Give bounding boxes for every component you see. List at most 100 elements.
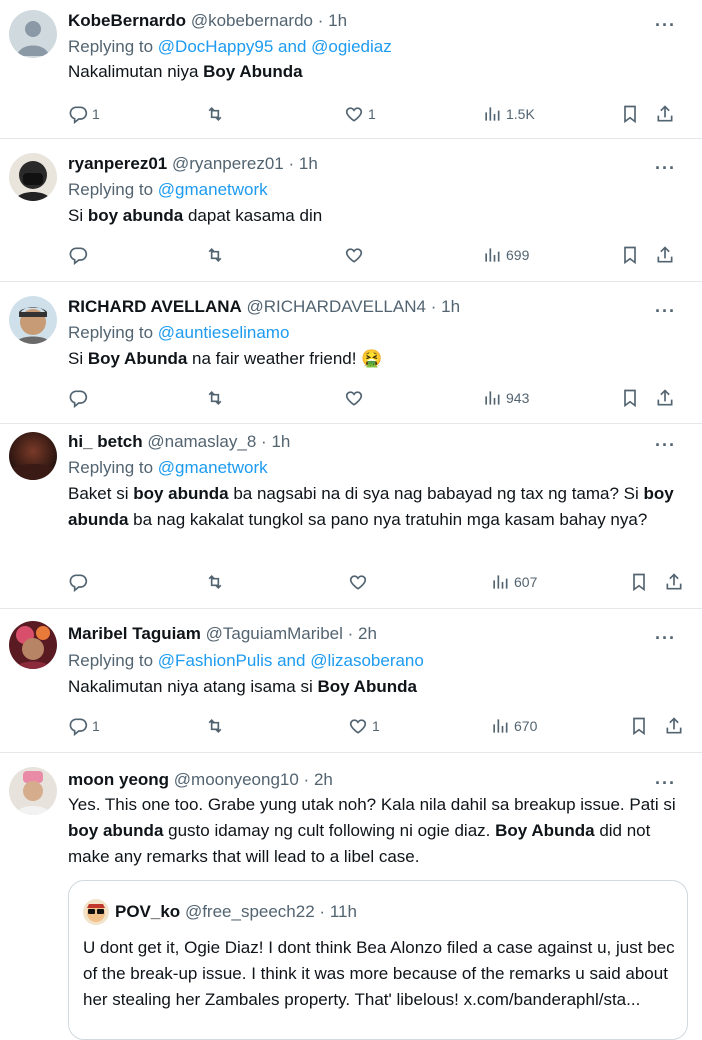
share-button[interactable] <box>664 714 684 738</box>
share-button[interactable] <box>664 570 684 594</box>
author-name[interactable]: hi_ betch <box>68 432 143 451</box>
author-name[interactable]: RICHARD AVELLANA <box>68 297 242 316</box>
more-icon[interactable]: ··· <box>655 629 676 647</box>
like-icon <box>345 248 363 263</box>
timestamp[interactable]: 2h <box>358 624 377 643</box>
author-handle[interactable]: @ryanperez01 <box>172 154 284 173</box>
tweet-text: Nakalimutan niya atang isama si Boy Abun… <box>68 677 417 696</box>
author-name[interactable]: Maribel Taguiam <box>68 624 201 643</box>
views-icon <box>493 719 508 733</box>
bookmark-button[interactable] <box>620 102 640 126</box>
like-button[interactable] <box>348 570 372 594</box>
author-name[interactable]: ryanperez01 <box>68 154 167 173</box>
views-button[interactable]: 670 <box>490 714 537 738</box>
views-button[interactable]: 1.5K <box>482 102 535 126</box>
reply-icon <box>69 574 88 592</box>
views-icon <box>485 391 500 405</box>
views-button[interactable]: 699 <box>482 243 529 267</box>
bookmark-button[interactable] <box>620 386 640 410</box>
bookmark-button[interactable] <box>629 570 649 594</box>
views-button[interactable]: 943 <box>482 386 529 410</box>
retweet-icon <box>208 106 222 122</box>
tweet[interactable]: ryanperez01 @ryanperez01 · 1h ··· Replyi… <box>0 139 702 281</box>
retweet-icon <box>208 390 222 406</box>
timestamp[interactable]: 1h <box>441 297 460 316</box>
action-bar: 1 1 670 <box>68 714 688 738</box>
more-icon[interactable]: ··· <box>655 302 676 320</box>
bold-text: boy abunda <box>68 821 164 840</box>
tweet[interactable]: RICHARD AVELLANA @RICHARDAVELLAN4 · 1h ·… <box>0 282 702 423</box>
reply-button[interactable]: 1 <box>68 102 100 126</box>
mention-link[interactable]: @FashionPulis and @lizasoberano <box>158 651 424 670</box>
author-name[interactable]: KobeBernardo <box>68 11 186 30</box>
reply-button[interactable]: 1 <box>68 714 100 738</box>
bookmark-icon <box>633 717 645 736</box>
quoted-tweet[interactable]: POV_ko @free_speech22 · 11h U dont get i… <box>68 880 688 1040</box>
like-button[interactable] <box>344 386 368 410</box>
author-name[interactable]: moon yeong <box>68 770 169 789</box>
retweet-button[interactable] <box>205 243 229 267</box>
share-icon <box>666 573 682 590</box>
avatar[interactable] <box>9 153 57 201</box>
bold-text: Boy Abunda <box>203 62 303 81</box>
reply-button[interactable] <box>68 243 92 267</box>
reply-button[interactable] <box>68 386 92 410</box>
timestamp[interactable]: 1h <box>299 154 318 173</box>
like-button[interactable]: 1 <box>344 102 376 126</box>
more-icon[interactable]: ··· <box>655 159 676 177</box>
timestamp[interactable]: 1h <box>271 432 290 451</box>
share-icon <box>657 389 673 406</box>
author-handle[interactable]: @kobebernardo <box>191 11 313 30</box>
action-bar: 607 <box>68 570 688 594</box>
reply-button[interactable] <box>68 570 92 594</box>
mention-link[interactable]: @gmanetwork <box>158 180 268 199</box>
tweet[interactable]: Maribel Taguiam @TaguiamMaribel · 2h ···… <box>0 609 702 752</box>
bookmark-button[interactable] <box>629 714 649 738</box>
retweet-button[interactable] <box>205 714 229 738</box>
share-button[interactable] <box>655 243 675 267</box>
action-bar: 699 <box>68 243 688 267</box>
avatar[interactable] <box>9 621 57 669</box>
author-handle[interactable]: @TaguiamMaribel <box>206 624 343 643</box>
views-button[interactable]: 607 <box>490 570 537 594</box>
mention-link[interactable]: @DocHappy95 and @ogiediaz <box>158 37 392 56</box>
timestamp[interactable]: 2h <box>314 770 333 789</box>
avatar[interactable] <box>9 10 57 58</box>
avatar[interactable] <box>9 296 57 344</box>
bold-text: Boy Abunda <box>317 677 417 696</box>
retweet-button[interactable] <box>205 570 229 594</box>
author-handle[interactable]: @namaslay_8 <box>147 432 256 451</box>
replying-to: Replying to @DocHappy95 and @ogiediaz <box>68 36 392 58</box>
bookmark-icon <box>633 573 645 592</box>
like-button[interactable] <box>344 243 368 267</box>
bold-text: boy abunda <box>133 484 229 503</box>
retweet-button[interactable] <box>205 102 229 126</box>
tweet[interactable]: KobeBernardo @kobebernardo · 1h ··· Repl… <box>0 0 702 138</box>
mention-link[interactable]: @gmanetwork <box>158 458 268 477</box>
timestamp: 11h <box>329 902 357 921</box>
avatar[interactable] <box>9 432 57 480</box>
share-button[interactable] <box>655 102 675 126</box>
tweet-text: Si Boy Abunda na fair weather friend! 🤮 <box>68 349 383 368</box>
tweet-header: moon yeong @moonyeong10 · 2h <box>68 769 333 791</box>
tweet[interactable]: hi_ betch @namaslay_8 · 1h ··· Replying … <box>0 424 702 608</box>
separator: · <box>347 624 354 643</box>
share-button[interactable] <box>655 386 675 410</box>
mention-link[interactable]: @auntieselinamo <box>158 323 290 342</box>
bookmark-button[interactable] <box>620 243 640 267</box>
replying-prefix: Replying to <box>68 651 154 670</box>
more-icon[interactable]: ··· <box>655 774 676 792</box>
more-icon[interactable]: ··· <box>655 16 676 34</box>
author-handle[interactable]: @moonyeong10 <box>174 770 299 789</box>
replying-to: Replying to @gmanetwork <box>68 179 268 201</box>
timestamp[interactable]: 1h <box>328 11 347 30</box>
author-name: POV_ko <box>115 902 181 921</box>
like-button[interactable]: 1 <box>348 714 380 738</box>
avatar[interactable] <box>9 767 57 815</box>
replying-prefix: Replying to <box>68 323 154 342</box>
retweet-button[interactable] <box>205 386 229 410</box>
replying-to: Replying to @gmanetwork <box>68 457 268 479</box>
author-handle[interactable]: @RICHARDAVELLAN4 <box>247 297 426 316</box>
more-icon[interactable]: ··· <box>655 436 676 454</box>
views-icon <box>485 107 500 121</box>
